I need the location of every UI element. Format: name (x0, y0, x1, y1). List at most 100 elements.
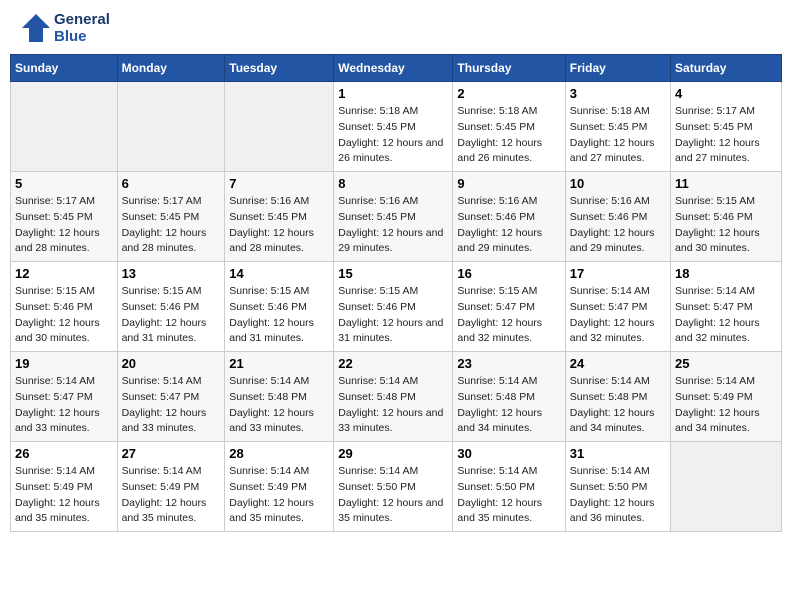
day-number: 20 (122, 356, 221, 371)
day-info: Sunrise: 5:14 AMSunset: 5:48 PMDaylight:… (229, 374, 329, 437)
calendar-cell: 25 Sunrise: 5:14 AMSunset: 5:49 PMDaylig… (671, 352, 782, 442)
day-info: Sunrise: 5:14 AMSunset: 5:47 PMDaylight:… (15, 374, 113, 437)
calendar-cell: 20 Sunrise: 5:14 AMSunset: 5:47 PMDaylig… (117, 352, 225, 442)
logo-text: General Blue (54, 11, 110, 46)
day-info: Sunrise: 5:14 AMSunset: 5:48 PMDaylight:… (570, 374, 666, 437)
day-info: Sunrise: 5:15 AMSunset: 5:46 PMDaylight:… (675, 194, 777, 257)
day-number: 24 (570, 356, 666, 371)
calendar-cell (225, 82, 334, 172)
calendar-header: SundayMondayTuesdayWednesdayThursdayFrid… (11, 55, 782, 82)
day-info: Sunrise: 5:15 AMSunset: 5:46 PMDaylight:… (338, 284, 448, 347)
day-info: Sunrise: 5:14 AMSunset: 5:50 PMDaylight:… (338, 464, 448, 527)
calendar-cell: 23 Sunrise: 5:14 AMSunset: 5:48 PMDaylig… (453, 352, 565, 442)
calendar-week-4: 19 Sunrise: 5:14 AMSunset: 5:47 PMDaylig… (11, 352, 782, 442)
day-info: Sunrise: 5:15 AMSunset: 5:46 PMDaylight:… (229, 284, 329, 347)
day-number: 19 (15, 356, 113, 371)
calendar-cell: 13 Sunrise: 5:15 AMSunset: 5:46 PMDaylig… (117, 262, 225, 352)
day-info: Sunrise: 5:14 AMSunset: 5:50 PMDaylight:… (457, 464, 560, 527)
day-info: Sunrise: 5:17 AMSunset: 5:45 PMDaylight:… (675, 104, 777, 167)
day-number: 15 (338, 266, 448, 281)
day-info: Sunrise: 5:16 AMSunset: 5:46 PMDaylight:… (457, 194, 560, 257)
day-number: 1 (338, 86, 448, 101)
day-info: Sunrise: 5:14 AMSunset: 5:49 PMDaylight:… (122, 464, 221, 527)
calendar-cell: 8 Sunrise: 5:16 AMSunset: 5:45 PMDayligh… (334, 172, 453, 262)
logo-container: General Blue (14, 10, 110, 46)
day-number: 2 (457, 86, 560, 101)
day-info: Sunrise: 5:14 AMSunset: 5:47 PMDaylight:… (122, 374, 221, 437)
calendar-cell: 21 Sunrise: 5:14 AMSunset: 5:48 PMDaylig… (225, 352, 334, 442)
day-number: 17 (570, 266, 666, 281)
day-number: 10 (570, 176, 666, 191)
day-number: 29 (338, 446, 448, 461)
calendar-body: 1 Sunrise: 5:18 AMSunset: 5:45 PMDayligh… (11, 82, 782, 532)
calendar-cell: 14 Sunrise: 5:15 AMSunset: 5:46 PMDaylig… (225, 262, 334, 352)
day-info: Sunrise: 5:14 AMSunset: 5:47 PMDaylight:… (570, 284, 666, 347)
column-header-monday: Monday (117, 55, 225, 82)
day-number: 26 (15, 446, 113, 461)
calendar-cell: 2 Sunrise: 5:18 AMSunset: 5:45 PMDayligh… (453, 82, 565, 172)
calendar-cell: 24 Sunrise: 5:14 AMSunset: 5:48 PMDaylig… (565, 352, 670, 442)
day-number: 8 (338, 176, 448, 191)
day-number: 12 (15, 266, 113, 281)
day-info: Sunrise: 5:16 AMSunset: 5:45 PMDaylight:… (338, 194, 448, 257)
calendar-cell: 11 Sunrise: 5:15 AMSunset: 5:46 PMDaylig… (671, 172, 782, 262)
day-number: 6 (122, 176, 221, 191)
calendar-cell: 9 Sunrise: 5:16 AMSunset: 5:46 PMDayligh… (453, 172, 565, 262)
day-number: 22 (338, 356, 448, 371)
day-info: Sunrise: 5:14 AMSunset: 5:48 PMDaylight:… (457, 374, 560, 437)
calendar-cell: 17 Sunrise: 5:14 AMSunset: 5:47 PMDaylig… (565, 262, 670, 352)
calendar-week-1: 1 Sunrise: 5:18 AMSunset: 5:45 PMDayligh… (11, 82, 782, 172)
day-number: 7 (229, 176, 329, 191)
day-number: 11 (675, 176, 777, 191)
calendar-cell: 19 Sunrise: 5:14 AMSunset: 5:47 PMDaylig… (11, 352, 118, 442)
day-info: Sunrise: 5:14 AMSunset: 5:47 PMDaylight:… (675, 284, 777, 347)
day-info: Sunrise: 5:18 AMSunset: 5:45 PMDaylight:… (457, 104, 560, 167)
calendar-cell: 30 Sunrise: 5:14 AMSunset: 5:50 PMDaylig… (453, 442, 565, 532)
calendar-cell: 22 Sunrise: 5:14 AMSunset: 5:48 PMDaylig… (334, 352, 453, 442)
day-info: Sunrise: 5:17 AMSunset: 5:45 PMDaylight:… (15, 194, 113, 257)
calendar-week-2: 5 Sunrise: 5:17 AMSunset: 5:45 PMDayligh… (11, 172, 782, 262)
calendar-cell: 29 Sunrise: 5:14 AMSunset: 5:50 PMDaylig… (334, 442, 453, 532)
calendar-cell (117, 82, 225, 172)
day-info: Sunrise: 5:15 AMSunset: 5:47 PMDaylight:… (457, 284, 560, 347)
day-number: 3 (570, 86, 666, 101)
calendar-cell: 16 Sunrise: 5:15 AMSunset: 5:47 PMDaylig… (453, 262, 565, 352)
calendar-cell (11, 82, 118, 172)
calendar-cell: 15 Sunrise: 5:15 AMSunset: 5:46 PMDaylig… (334, 262, 453, 352)
calendar-cell: 3 Sunrise: 5:18 AMSunset: 5:45 PMDayligh… (565, 82, 670, 172)
day-info: Sunrise: 5:15 AMSunset: 5:46 PMDaylight:… (15, 284, 113, 347)
calendar-cell: 10 Sunrise: 5:16 AMSunset: 5:46 PMDaylig… (565, 172, 670, 262)
day-info: Sunrise: 5:15 AMSunset: 5:46 PMDaylight:… (122, 284, 221, 347)
logo: General Blue (14, 10, 110, 46)
day-number: 25 (675, 356, 777, 371)
calendar-week-3: 12 Sunrise: 5:15 AMSunset: 5:46 PMDaylig… (11, 262, 782, 352)
calendar-table: SundayMondayTuesdayWednesdayThursdayFrid… (10, 54, 782, 532)
header: General Blue (10, 10, 782, 46)
day-number: 13 (122, 266, 221, 281)
day-number: 31 (570, 446, 666, 461)
calendar-cell: 4 Sunrise: 5:17 AMSunset: 5:45 PMDayligh… (671, 82, 782, 172)
day-info: Sunrise: 5:16 AMSunset: 5:45 PMDaylight:… (229, 194, 329, 257)
day-info: Sunrise: 5:14 AMSunset: 5:49 PMDaylight:… (229, 464, 329, 527)
calendar-cell: 6 Sunrise: 5:17 AMSunset: 5:45 PMDayligh… (117, 172, 225, 262)
day-number: 21 (229, 356, 329, 371)
day-info: Sunrise: 5:17 AMSunset: 5:45 PMDaylight:… (122, 194, 221, 257)
column-header-wednesday: Wednesday (334, 55, 453, 82)
calendar-cell (671, 442, 782, 532)
calendar-cell: 5 Sunrise: 5:17 AMSunset: 5:45 PMDayligh… (11, 172, 118, 262)
column-header-tuesday: Tuesday (225, 55, 334, 82)
day-number: 30 (457, 446, 560, 461)
day-number: 28 (229, 446, 329, 461)
day-number: 27 (122, 446, 221, 461)
calendar-cell: 12 Sunrise: 5:15 AMSunset: 5:46 PMDaylig… (11, 262, 118, 352)
day-number: 14 (229, 266, 329, 281)
calendar-cell: 31 Sunrise: 5:14 AMSunset: 5:50 PMDaylig… (565, 442, 670, 532)
calendar-cell: 26 Sunrise: 5:14 AMSunset: 5:49 PMDaylig… (11, 442, 118, 532)
day-number: 4 (675, 86, 777, 101)
column-header-friday: Friday (565, 55, 670, 82)
day-number: 5 (15, 176, 113, 191)
day-info: Sunrise: 5:14 AMSunset: 5:49 PMDaylight:… (15, 464, 113, 527)
calendar-cell: 1 Sunrise: 5:18 AMSunset: 5:45 PMDayligh… (334, 82, 453, 172)
calendar-cell: 28 Sunrise: 5:14 AMSunset: 5:49 PMDaylig… (225, 442, 334, 532)
day-info: Sunrise: 5:16 AMSunset: 5:46 PMDaylight:… (570, 194, 666, 257)
